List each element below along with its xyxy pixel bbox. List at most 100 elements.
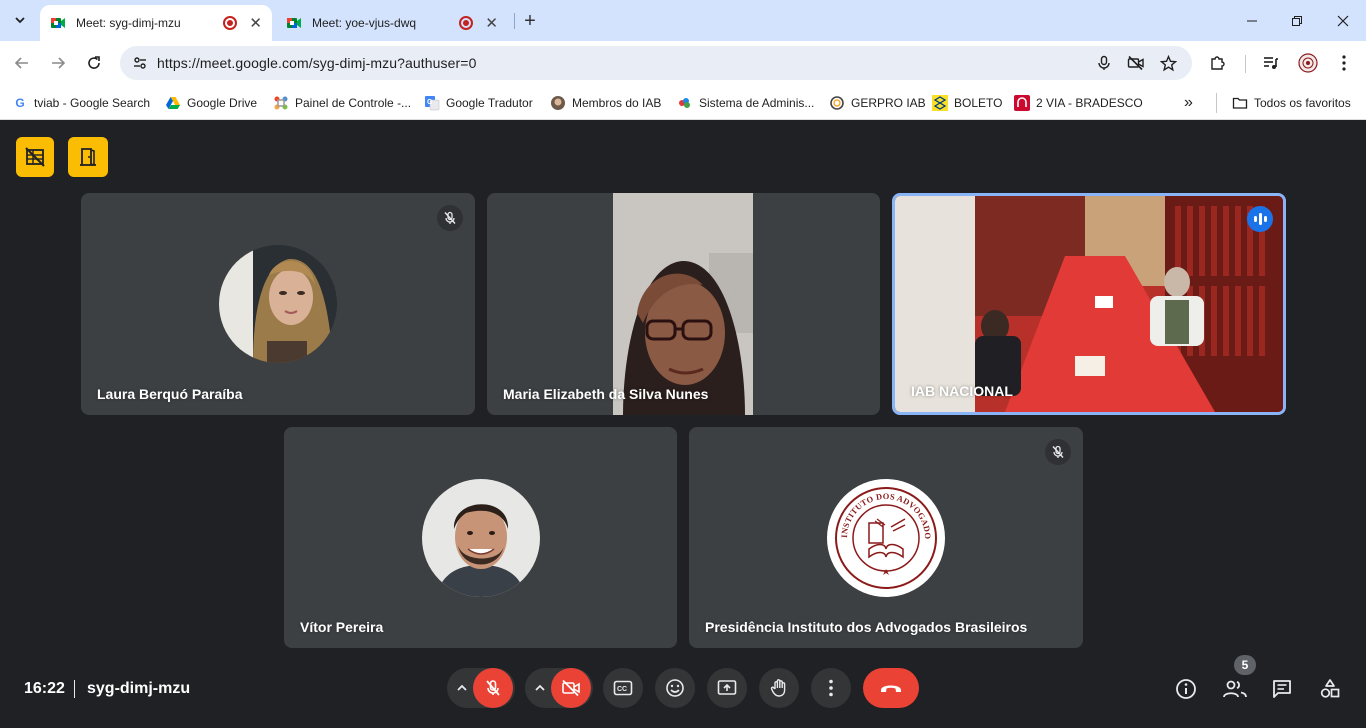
tab-strip: Meet: syg-dimj-mzu ✕ Meet: yoe-vjus-dwq … bbox=[0, 0, 1366, 41]
bookmark-label: BOLETO bbox=[954, 96, 1003, 110]
activities-button[interactable] bbox=[1317, 676, 1343, 702]
participant-tile[interactable]: Maria Elizabeth da Silva Nunes bbox=[487, 193, 880, 415]
extension-exit-button[interactable] bbox=[68, 137, 108, 177]
tab-title: Meet: yoe-vjus-dwq bbox=[312, 16, 417, 30]
raise-hand-button[interactable] bbox=[759, 668, 799, 708]
participant-tile[interactable]: Vítor Pereira bbox=[284, 427, 677, 648]
extensions-button[interactable] bbox=[1207, 52, 1229, 74]
camera-off-icon bbox=[1127, 55, 1144, 71]
url-text[interactable]: https://meet.google.com/syg-dimj-mzu?aut… bbox=[157, 55, 476, 71]
hand-icon bbox=[770, 679, 786, 697]
bookmark-painel-controle[interactable]: Painel de Controle -... bbox=[273, 93, 411, 113]
camera-toggle-button[interactable] bbox=[551, 668, 591, 708]
site-settings-button[interactable] bbox=[128, 51, 152, 75]
minimize-icon bbox=[1247, 20, 1257, 22]
address-bar[interactable]: https://meet.google.com/syg-dimj-mzu?aut… bbox=[120, 46, 1192, 80]
bookmark-membros-iab[interactable]: Membros do IAB bbox=[550, 93, 661, 113]
google-translate-icon: G bbox=[425, 96, 440, 111]
videocam-off-icon bbox=[562, 679, 580, 697]
participant-name: IAB NACIONAL bbox=[911, 383, 1013, 399]
tab-meet-syg[interactable]: Meet: syg-dimj-mzu ✕ bbox=[40, 5, 272, 41]
bookmark-label: Painel de Controle -... bbox=[295, 96, 412, 110]
colorful-logo-icon bbox=[679, 98, 690, 108]
chevron-up-icon bbox=[535, 684, 545, 691]
queue-music-icon bbox=[1264, 57, 1278, 69]
participant-video bbox=[895, 196, 1283, 412]
leave-call-button[interactable] bbox=[863, 668, 919, 708]
closed-caption-icon: CC bbox=[613, 680, 633, 696]
bookmark-label: tviab - Google Search bbox=[34, 96, 151, 110]
bookmark-label: Sistema de Adminis... bbox=[699, 96, 815, 110]
bookmark-sistema-admin[interactable]: Sistema de Adminis... bbox=[677, 93, 814, 113]
activities-shapes-icon bbox=[1320, 679, 1340, 698]
chat-icon bbox=[1273, 680, 1291, 698]
meet-stage: Laura Berquó Paraíba Maria Elizabeth da … bbox=[0, 121, 1366, 728]
bookmark-label: Todos os favoritos bbox=[1254, 96, 1351, 110]
bookmark-tviab[interactable]: G tviab - Google Search bbox=[12, 93, 150, 113]
restore-button[interactable] bbox=[1285, 9, 1309, 33]
participant-name: Maria Elizabeth da Silva Nunes bbox=[503, 386, 709, 402]
participant-photo bbox=[219, 245, 337, 363]
back-button[interactable] bbox=[9, 50, 35, 76]
media-controls-button[interactable] bbox=[1260, 52, 1282, 74]
speaking-indicator bbox=[1247, 206, 1273, 232]
meeting-details-button[interactable] bbox=[1173, 676, 1199, 702]
participant-tile-speaking[interactable]: IAB NACIONAL bbox=[892, 193, 1286, 415]
people-button[interactable] bbox=[1221, 676, 1249, 702]
forward-button[interactable] bbox=[45, 50, 71, 76]
bookmark-label: Google Drive bbox=[187, 96, 258, 110]
grid-off-icon bbox=[25, 147, 45, 167]
close-window-button[interactable] bbox=[1331, 9, 1355, 33]
more-vert-icon bbox=[1342, 55, 1346, 71]
star-icon bbox=[1159, 54, 1177, 71]
close-tab-icon[interactable]: ✕ bbox=[249, 16, 262, 31]
browser-menu-button[interactable] bbox=[1333, 52, 1355, 74]
more-options-button[interactable] bbox=[811, 668, 851, 708]
bookmarks-overflow-button[interactable]: » bbox=[1184, 93, 1193, 113]
tab-title: Meet: syg-dimj-mzu bbox=[76, 16, 181, 30]
browser-toolbar: https://meet.google.com/syg-dimj-mzu?aut… bbox=[0, 41, 1366, 86]
bookmark-google-tradutor[interactable]: G Google Tradutor bbox=[424, 93, 533, 113]
bookmark-google-drive[interactable]: Google Drive bbox=[165, 93, 257, 113]
captions-button[interactable]: CC bbox=[603, 668, 643, 708]
participant-count-badge: 5 bbox=[1234, 655, 1256, 675]
minimize-button[interactable] bbox=[1240, 9, 1264, 33]
arrow-right-icon bbox=[52, 57, 66, 69]
bookmark-boleto[interactable]: BOLETO bbox=[932, 93, 1002, 113]
bradesco-icon bbox=[1014, 95, 1030, 111]
all-bookmarks-folder[interactable]: Todos os favoritos bbox=[1232, 93, 1351, 113]
bookmarks-bar: G tviab - Google Search Google Drive Pai… bbox=[0, 86, 1366, 120]
bookmark-star-button[interactable] bbox=[1158, 53, 1178, 73]
emoji-icon bbox=[666, 679, 684, 697]
reload-button[interactable] bbox=[81, 50, 107, 76]
video-options-button[interactable] bbox=[532, 680, 548, 696]
profile-button[interactable] bbox=[1297, 52, 1319, 74]
participant-name: Presidência Instituto dos Advogados Bras… bbox=[705, 619, 1028, 635]
tab-meet-yoe[interactable]: Meet: yoe-vjus-dwq ✕ bbox=[276, 5, 508, 41]
banco-do-brasil-icon bbox=[932, 95, 948, 111]
svg-text:CC: CC bbox=[617, 686, 627, 693]
bookmark-label: 2 VIA - BRADESCO bbox=[1036, 96, 1143, 110]
close-tab-icon[interactable]: ✕ bbox=[485, 16, 498, 31]
microphone-toggle-button[interactable] bbox=[473, 668, 513, 708]
new-tab-button[interactable]: + bbox=[518, 9, 542, 33]
extension-no-video-button[interactable] bbox=[16, 137, 54, 177]
avatar: INSTITUTO DOS ADVOGADOS BRASILEIROS bbox=[827, 479, 945, 597]
tab-search-button[interactable] bbox=[8, 8, 32, 32]
bottom-divider bbox=[74, 680, 75, 698]
muted-indicator bbox=[1045, 439, 1071, 465]
participant-tile[interactable]: Laura Berquó Paraíba bbox=[81, 193, 475, 415]
reactions-button[interactable] bbox=[655, 668, 695, 708]
chevron-up-icon bbox=[457, 684, 467, 691]
camera-blocked-indicator[interactable] bbox=[1126, 53, 1146, 73]
bookmark-bradesco[interactable]: 2 VIA - BRADESCO bbox=[1014, 93, 1143, 113]
participant-name: Laura Berquó Paraíba bbox=[97, 386, 243, 402]
chat-button[interactable] bbox=[1269, 676, 1295, 702]
restore-icon bbox=[1292, 16, 1302, 26]
bookmark-gerpro[interactable]: GERPRO IAB bbox=[829, 93, 926, 113]
participant-tile[interactable]: INSTITUTO DOS ADVOGADOS BRASILEIROS Pres… bbox=[689, 427, 1083, 648]
present-screen-button[interactable] bbox=[707, 668, 747, 708]
audio-options-button[interactable] bbox=[454, 680, 470, 696]
meeting-code: syg-dimj-mzu bbox=[87, 680, 191, 697]
microphone-indicator[interactable] bbox=[1094, 53, 1114, 73]
